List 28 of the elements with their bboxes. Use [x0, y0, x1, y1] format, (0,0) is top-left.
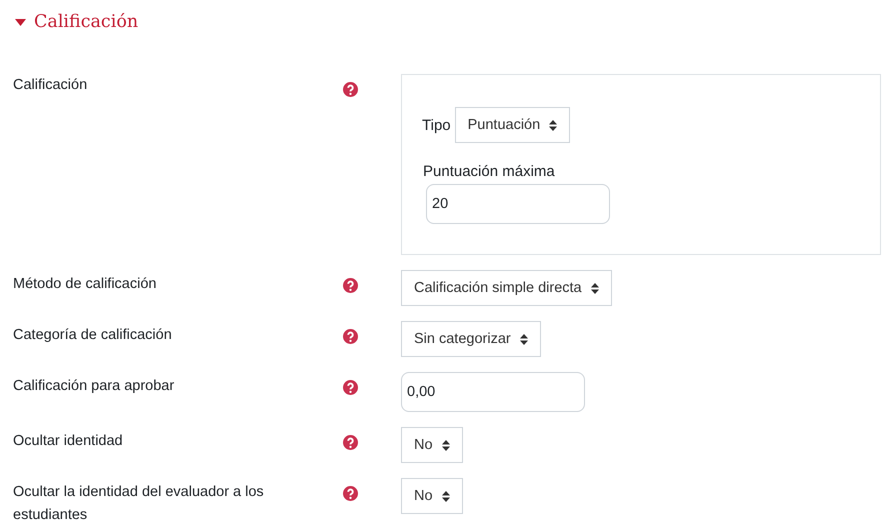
field-label: Puntuación máxima	[422, 163, 556, 180]
field-label: Categoría de calificación	[13, 326, 173, 345]
select-field[interactable]: Sin categorizar	[401, 321, 541, 357]
field-label: Tipo	[422, 116, 451, 134]
sort-icon	[442, 490, 450, 502]
help-icon[interactable]	[343, 82, 358, 97]
select-field[interactable]: Calificación simple directa	[401, 270, 612, 306]
help-icon[interactable]	[343, 486, 358, 501]
select-field[interactable]: No	[401, 478, 463, 514]
sort-icon	[549, 120, 558, 130]
sort-icon	[520, 334, 528, 344]
input-field[interactable]: 20	[426, 184, 610, 224]
select-field[interactable]: Puntuación	[454, 107, 570, 143]
collapse-icon[interactable]	[15, 18, 26, 26]
sort-icon	[590, 282, 599, 294]
field-label: Ocultar identidad	[13, 432, 124, 451]
field-label: Calificación	[13, 76, 88, 95]
input-field[interactable]: 0,00	[401, 372, 585, 412]
help-icon[interactable]	[343, 380, 358, 395]
help-icon[interactable]	[343, 329, 358, 344]
select-field[interactable]: No	[401, 427, 463, 463]
sort-icon	[442, 440, 450, 450]
field-label: Ocultar la identidad del evaluador a los estudiantes	[13, 483, 265, 525]
help-icon[interactable]	[343, 435, 358, 450]
help-icon[interactable]	[343, 278, 358, 293]
section-title: Calificación	[34, 12, 138, 32]
field-label: Método de calificación	[13, 275, 158, 294]
field-label: Calificación para aprobar	[13, 377, 176, 396]
